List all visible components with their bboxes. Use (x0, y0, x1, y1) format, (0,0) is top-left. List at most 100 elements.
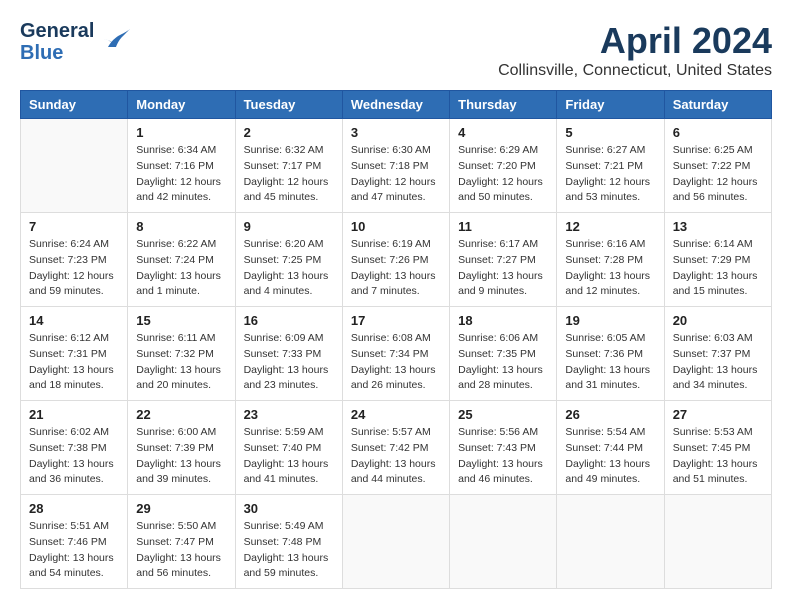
day-info: Sunrise: 6:19 AMSunset: 7:26 PMDaylight:… (351, 237, 441, 300)
calendar-cell: 8 Sunrise: 6:22 AMSunset: 7:24 PMDaylight… (128, 213, 235, 307)
day-number: 4 (458, 125, 548, 140)
title-area: April 2024 Collinsville, Connecticut, Un… (498, 20, 772, 80)
calendar-cell: 18 Sunrise: 6:06 AMSunset: 7:35 PMDayligh… (450, 307, 557, 401)
day-number: 28 (29, 501, 119, 516)
day-info: Sunrise: 6:27 AMSunset: 7:21 PMDaylight:… (565, 143, 655, 206)
calendar-cell: 21 Sunrise: 6:02 AMSunset: 7:38 PMDayligh… (21, 401, 128, 495)
calendar-cell: 12 Sunrise: 6:16 AMSunset: 7:28 PMDayligh… (557, 213, 664, 307)
day-info: Sunrise: 6:16 AMSunset: 7:28 PMDaylight:… (565, 237, 655, 300)
week-row-2: 7Sunrise: 6:24 AMSunset: 7:23 PMDaylight… (21, 213, 772, 307)
day-info: Sunrise: 6:22 AMSunset: 7:24 PMDaylight:… (136, 237, 226, 300)
calendar-cell: 25 Sunrise: 5:56 AMSunset: 7:43 PMDayligh… (450, 401, 557, 495)
day-info: Sunrise: 6:11 AMSunset: 7:32 PMDaylight:… (136, 331, 226, 394)
day-info: Sunrise: 6:12 AMSunset: 7:31 PMDaylight:… (29, 331, 119, 394)
day-info: Sunrise: 6:30 AMSunset: 7:18 PMDaylight:… (351, 143, 441, 206)
weekday-header-sunday: Sunday (21, 91, 128, 119)
day-info: Sunrise: 6:03 AMSunset: 7:37 PMDaylight:… (673, 331, 763, 394)
calendar-cell: 2Sunrise: 6:32 AMSunset: 7:17 PMDaylight… (235, 119, 342, 213)
day-info: Sunrise: 5:53 AMSunset: 7:45 PMDaylight:… (673, 425, 763, 488)
calendar-cell: 13 Sunrise: 6:14 AMSunset: 7:29 PMDayligh… (664, 213, 771, 307)
calendar-cell: 24 Sunrise: 5:57 AMSunset: 7:42 PMDayligh… (342, 401, 449, 495)
calendar-table: SundayMondayTuesdayWednesdayThursdayFrid… (20, 90, 772, 589)
day-info: Sunrise: 6:09 AMSunset: 7:33 PMDaylight:… (244, 331, 334, 394)
weekday-header-friday: Friday (557, 91, 664, 119)
calendar-cell: 30 Sunrise: 5:49 AMSunset: 7:48 PMDayligh… (235, 495, 342, 589)
day-number: 27 (673, 407, 763, 422)
day-number: 24 (351, 407, 441, 422)
day-info: Sunrise: 6:06 AMSunset: 7:35 PMDaylight:… (458, 331, 548, 394)
day-number: 30 (244, 501, 334, 516)
weekday-header-monday: Monday (128, 91, 235, 119)
calendar-cell: 17Sunrise: 6:08 AMSunset: 7:34 PMDayligh… (342, 307, 449, 401)
day-number: 1 (136, 125, 226, 140)
location-title: Collinsville, Connecticut, United States (498, 62, 772, 80)
day-number: 18 (458, 313, 548, 328)
day-number: 23 (244, 407, 334, 422)
calendar-cell: 5 Sunrise: 6:27 AMSunset: 7:21 PMDaylight… (557, 119, 664, 213)
day-number: 12 (565, 219, 655, 234)
day-number: 6 (673, 125, 763, 140)
day-number: 29 (136, 501, 226, 516)
week-row-3: 14 Sunrise: 6:12 AMSunset: 7:31 PMDayligh… (21, 307, 772, 401)
day-info: Sunrise: 6:14 AMSunset: 7:29 PMDaylight:… (673, 237, 763, 300)
day-number: 5 (565, 125, 655, 140)
day-info: Sunrise: 5:49 AMSunset: 7:48 PMDaylight:… (244, 519, 334, 582)
day-number: 15 (136, 313, 226, 328)
day-number: 17 (351, 313, 441, 328)
calendar-cell: 15 Sunrise: 6:11 AMSunset: 7:32 PMDayligh… (128, 307, 235, 401)
day-info: Sunrise: 5:54 AMSunset: 7:44 PMDaylight:… (565, 425, 655, 488)
day-number: 26 (565, 407, 655, 422)
calendar-cell (21, 119, 128, 213)
day-number: 20 (673, 313, 763, 328)
week-row-5: 28 Sunrise: 5:51 AMSunset: 7:46 PMDayligh… (21, 495, 772, 589)
weekday-header-tuesday: Tuesday (235, 91, 342, 119)
page-header: General Blue April 2024 Collinsville, Co… (20, 20, 772, 80)
calendar-cell: 16 Sunrise: 6:09 AMSunset: 7:33 PMDayligh… (235, 307, 342, 401)
day-number: 22 (136, 407, 226, 422)
day-info: Sunrise: 6:20 AMSunset: 7:25 PMDaylight:… (244, 237, 334, 300)
weekday-header-row: SundayMondayTuesdayWednesdayThursdayFrid… (21, 91, 772, 119)
day-number: 10 (351, 219, 441, 234)
calendar-cell: 7Sunrise: 6:24 AMSunset: 7:23 PMDaylight… (21, 213, 128, 307)
day-info: Sunrise: 6:00 AMSunset: 7:39 PMDaylight:… (136, 425, 226, 488)
day-number: 21 (29, 407, 119, 422)
day-number: 19 (565, 313, 655, 328)
calendar-cell: 20 Sunrise: 6:03 AMSunset: 7:37 PMDayligh… (664, 307, 771, 401)
day-number: 2 (244, 125, 334, 140)
calendar-cell: 23Sunrise: 5:59 AMSunset: 7:40 PMDayligh… (235, 401, 342, 495)
calendar-cell (342, 495, 449, 589)
day-info: Sunrise: 6:02 AMSunset: 7:38 PMDaylight:… (29, 425, 119, 488)
day-number: 13 (673, 219, 763, 234)
logo-general: General (20, 20, 94, 42)
day-info: Sunrise: 6:29 AMSunset: 7:20 PMDaylight:… (458, 143, 548, 206)
week-row-4: 21 Sunrise: 6:02 AMSunset: 7:38 PMDayligh… (21, 401, 772, 495)
day-number: 25 (458, 407, 548, 422)
day-info: Sunrise: 5:51 AMSunset: 7:46 PMDaylight:… (29, 519, 119, 582)
calendar-cell: 1Sunrise: 6:34 AMSunset: 7:16 PMDaylight… (128, 119, 235, 213)
day-info: Sunrise: 6:25 AMSunset: 7:22 PMDaylight:… (673, 143, 763, 206)
day-number: 8 (136, 219, 226, 234)
calendar-cell: 11Sunrise: 6:17 AMSunset: 7:27 PMDayligh… (450, 213, 557, 307)
day-info: Sunrise: 5:50 AMSunset: 7:47 PMDaylight:… (136, 519, 226, 582)
week-row-1: 1Sunrise: 6:34 AMSunset: 7:16 PMDaylight… (21, 119, 772, 213)
logo-bird-icon (100, 23, 132, 62)
calendar-cell: 9 Sunrise: 6:20 AMSunset: 7:25 PMDaylight… (235, 213, 342, 307)
month-title: April 2024 (498, 20, 772, 62)
weekday-header-thursday: Thursday (450, 91, 557, 119)
day-number: 14 (29, 313, 119, 328)
calendar-cell: 27 Sunrise: 5:53 AMSunset: 7:45 PMDayligh… (664, 401, 771, 495)
calendar-cell: 4 Sunrise: 6:29 AMSunset: 7:20 PMDaylight… (450, 119, 557, 213)
calendar-cell: 10 Sunrise: 6:19 AMSunset: 7:26 PMDayligh… (342, 213, 449, 307)
weekday-header-saturday: Saturday (664, 91, 771, 119)
calendar-cell: 29 Sunrise: 5:50 AMSunset: 7:47 PMDayligh… (128, 495, 235, 589)
calendar-cell: 14 Sunrise: 6:12 AMSunset: 7:31 PMDayligh… (21, 307, 128, 401)
calendar-cell (664, 495, 771, 589)
calendar-cell: 28 Sunrise: 5:51 AMSunset: 7:46 PMDayligh… (21, 495, 128, 589)
logo: General Blue (20, 20, 132, 64)
day-info: Sunrise: 5:56 AMSunset: 7:43 PMDaylight:… (458, 425, 548, 488)
day-number: 9 (244, 219, 334, 234)
day-number: 11 (458, 219, 548, 234)
calendar-cell: 6 Sunrise: 6:25 AMSunset: 7:22 PMDaylight… (664, 119, 771, 213)
day-number: 16 (244, 313, 334, 328)
day-info: Sunrise: 5:57 AMSunset: 7:42 PMDaylight:… (351, 425, 441, 488)
